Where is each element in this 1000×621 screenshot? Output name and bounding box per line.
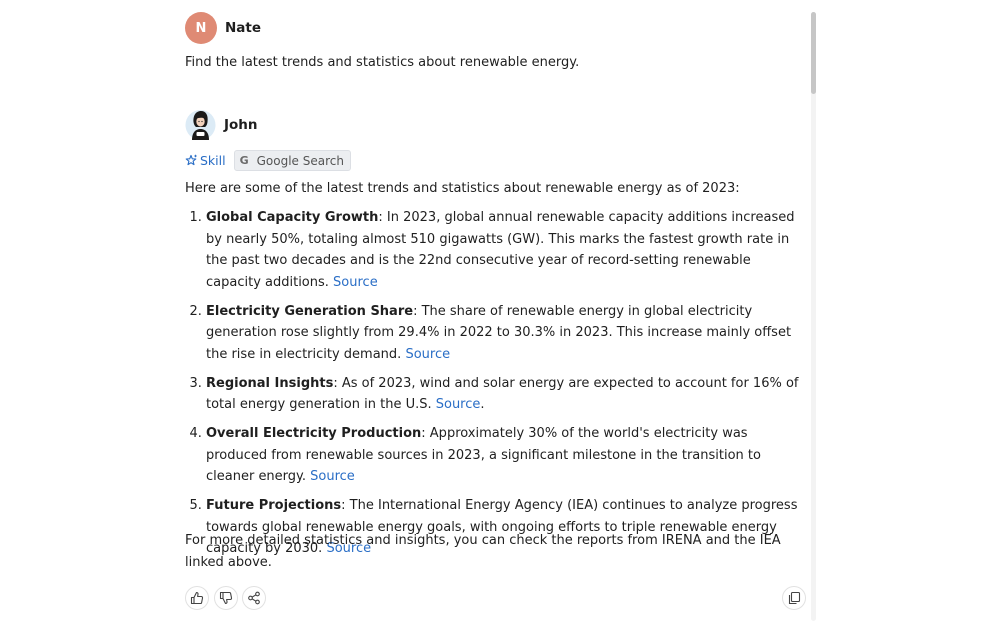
skill-label: Skill [200,153,226,168]
user-message-header: N Nate [185,12,261,44]
user-name: Nate [225,20,262,36]
user-message-text: Find the latest trends and statistics ab… [185,55,580,70]
share-button[interactable] [242,586,266,610]
source-link[interactable]: Source [405,347,450,362]
thumbs-up-button[interactable] [185,586,209,610]
response-intro: Here are some of the latest trends and s… [185,181,740,196]
list-item: Electricity Generation Share: The share … [206,301,800,366]
trends-list: Global Capacity Growth: In 2023, global … [185,207,800,567]
item-title: Regional Insights [206,375,334,391]
item-title: Overall Electricity Production [206,426,422,441]
assistant-message-header: John [185,108,258,141]
item-title: Future Projections [206,498,342,513]
list-item: Regional Insights: As of 2023, wind and … [206,373,800,416]
response-outro: For more detailed statistics and insight… [185,533,781,570]
list-item: Overall Electricity Production: Approxim… [206,423,800,488]
sparkle-star-icon [185,154,197,166]
source-link[interactable]: Source [436,397,481,412]
item-title: Electricity Generation Share [206,303,414,319]
list-item: Global Capacity Growth: In 2023, global … [206,207,800,293]
item-title: Global Capacity Growth [206,210,379,225]
message-actions [185,586,806,610]
google-search-badge: G Google Search [233,150,351,171]
source-link[interactable]: Source [333,275,378,290]
source-link[interactable]: Source [310,469,355,484]
item-tail: . [480,397,485,412]
scrollbar-thumb[interactable] [811,12,816,94]
copy-icon [788,591,801,605]
assistant-name: John [224,116,258,133]
user-avatar: N [185,12,217,44]
thumbs-down-button[interactable] [214,586,238,610]
google-search-label: Google Search [256,153,344,168]
thumbs-down-icon [219,591,233,605]
copy-button[interactable] [782,586,806,610]
google-g-icon: G [239,154,249,167]
thumbs-up-icon [190,591,204,605]
skill-link[interactable]: Skill [185,153,226,168]
share-icon [248,591,260,605]
scrollbar-track[interactable] [811,12,816,621]
assistant-tags: Skill G Google Search [185,150,351,171]
assistant-avatar [185,110,216,140]
